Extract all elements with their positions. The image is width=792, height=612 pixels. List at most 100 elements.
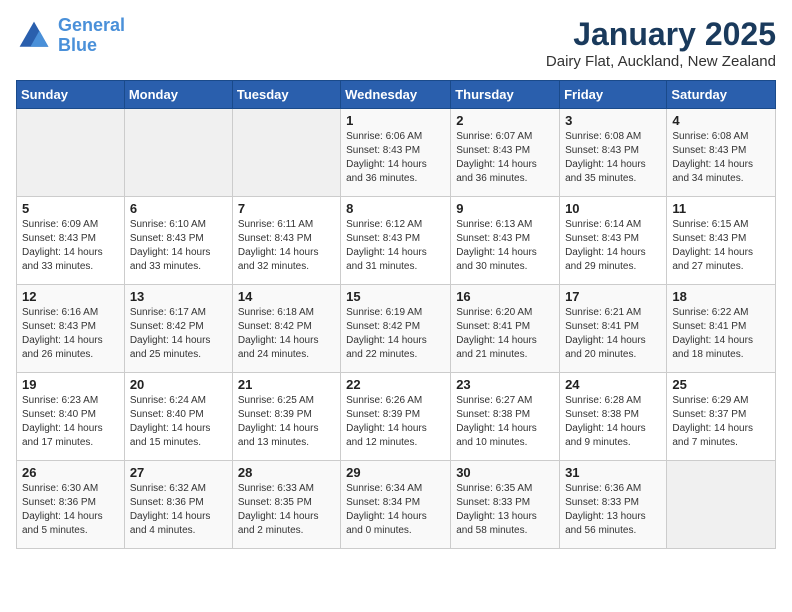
table-cell: 21 Sunrise: 6:25 AM Sunset: 8:39 PM Dayli… bbox=[232, 373, 340, 461]
table-cell: 9 Sunrise: 6:13 AM Sunset: 8:43 PM Daylig… bbox=[451, 197, 560, 285]
day-info: Sunrise: 6:26 AM Sunset: 8:39 PM Dayligh… bbox=[346, 394, 445, 450]
day-info: Sunrise: 6:36 AM Sunset: 8:33 PM Dayligh… bbox=[565, 482, 661, 538]
week-row-5: 26Sunrise: 6:30 AM Sunset: 8:36 PM Dayli… bbox=[17, 461, 776, 549]
week-row-1: 1Sunrise: 6:06 AM Sunset: 8:43 PM Daylig… bbox=[17, 109, 776, 197]
calendar-table: Sunday Monday Tuesday Wednesday Thursday… bbox=[16, 80, 776, 549]
col-monday: Monday bbox=[124, 81, 232, 109]
table-cell: 8Sunrise: 6:12 AM Sunset: 8:43 PM Daylig… bbox=[341, 197, 451, 285]
logo: General Blue bbox=[16, 16, 125, 56]
day-number: 24 bbox=[565, 377, 661, 392]
day-number: 6 bbox=[130, 201, 227, 216]
day-number: 21 bbox=[238, 377, 335, 392]
table-cell: 18 Sunrise: 6:22 AM Sunset: 8:41 PM Dayli… bbox=[667, 285, 776, 373]
col-friday: Friday bbox=[560, 81, 667, 109]
logo-text: General Blue bbox=[58, 16, 125, 56]
day-info: Sunrise: 6:22 AM Sunset: 8:41 PM Dayligh… bbox=[672, 306, 770, 362]
day-info: Sunrise: 6:21 AM Sunset: 8:41 PM Dayligh… bbox=[565, 306, 661, 362]
day-info: Sunrise: 6:20 AM Sunset: 8:41 PM Dayligh… bbox=[456, 306, 554, 362]
col-tuesday: Tuesday bbox=[232, 81, 340, 109]
table-cell bbox=[124, 109, 232, 197]
table-cell: 15 Sunrise: 6:19 AM Sunset: 8:42 PM Dayli… bbox=[341, 285, 451, 373]
day-info: Sunrise: 6:14 AM Sunset: 8:43 PM Dayligh… bbox=[565, 218, 661, 274]
table-cell: 14 Sunrise: 6:18 AM Sunset: 8:42 PM Dayli… bbox=[232, 285, 340, 373]
day-info: Sunrise: 6:28 AM Sunset: 8:38 PM Dayligh… bbox=[565, 394, 661, 450]
table-cell: 19 Sunrise: 6:23 AM Sunset: 8:40 PM Dayli… bbox=[17, 373, 125, 461]
table-cell: 26Sunrise: 6:30 AM Sunset: 8:36 PM Dayli… bbox=[17, 461, 125, 549]
day-number: 15 bbox=[346, 289, 445, 304]
day-info: Sunrise: 6:11 AM Sunset: 8:43 PM Dayligh… bbox=[238, 218, 335, 274]
week-row-4: 19 Sunrise: 6:23 AM Sunset: 8:40 PM Dayli… bbox=[17, 373, 776, 461]
day-number: 11 bbox=[672, 201, 770, 216]
day-number: 16 bbox=[456, 289, 554, 304]
day-number: 31 bbox=[565, 465, 661, 480]
day-number: 5 bbox=[22, 201, 119, 216]
day-number: 7 bbox=[238, 201, 335, 216]
table-cell: 17Sunrise: 6:21 AM Sunset: 8:41 PM Dayli… bbox=[560, 285, 667, 373]
table-cell bbox=[232, 109, 340, 197]
day-info: Sunrise: 6:17 AM Sunset: 8:42 PM Dayligh… bbox=[130, 306, 227, 362]
day-info: Sunrise: 6:13 AM Sunset: 8:43 PM Dayligh… bbox=[456, 218, 554, 274]
col-wednesday: Wednesday bbox=[341, 81, 451, 109]
day-info: Sunrise: 6:19 AM Sunset: 8:42 PM Dayligh… bbox=[346, 306, 445, 362]
day-info: Sunrise: 6:24 AM Sunset: 8:40 PM Dayligh… bbox=[130, 394, 227, 450]
calendar-subtitle: Dairy Flat, Auckland, New Zealand bbox=[546, 53, 776, 70]
table-cell: 27Sunrise: 6:32 AM Sunset: 8:36 PM Dayli… bbox=[124, 461, 232, 549]
title-area: January 2025 Dairy Flat, Auckland, New Z… bbox=[546, 16, 776, 70]
day-info: Sunrise: 6:10 AM Sunset: 8:43 PM Dayligh… bbox=[130, 218, 227, 274]
day-number: 18 bbox=[672, 289, 770, 304]
day-info: Sunrise: 6:35 AM Sunset: 8:33 PM Dayligh… bbox=[456, 482, 554, 538]
table-cell: 4 Sunrise: 6:08 AM Sunset: 8:43 PM Daylig… bbox=[667, 109, 776, 197]
logo-icon bbox=[16, 18, 52, 54]
table-cell: 16 Sunrise: 6:20 AM Sunset: 8:41 PM Dayli… bbox=[451, 285, 560, 373]
day-info: Sunrise: 6:08 AM Sunset: 8:43 PM Dayligh… bbox=[565, 130, 661, 186]
day-number: 12 bbox=[22, 289, 119, 304]
day-info: Sunrise: 6:16 AM Sunset: 8:43 PM Dayligh… bbox=[22, 306, 119, 362]
table-cell: 6 Sunrise: 6:10 AM Sunset: 8:43 PM Daylig… bbox=[124, 197, 232, 285]
day-info: Sunrise: 6:23 AM Sunset: 8:40 PM Dayligh… bbox=[22, 394, 119, 450]
day-number: 2 bbox=[456, 113, 554, 128]
table-cell: 24 Sunrise: 6:28 AM Sunset: 8:38 PM Dayli… bbox=[560, 373, 667, 461]
table-cell: 28 Sunrise: 6:33 AM Sunset: 8:35 PM Dayli… bbox=[232, 461, 340, 549]
col-thursday: Thursday bbox=[451, 81, 560, 109]
calendar-title: January 2025 bbox=[546, 16, 776, 53]
table-cell bbox=[17, 109, 125, 197]
day-number: 10 bbox=[565, 201, 661, 216]
table-cell: 2 Sunrise: 6:07 AM Sunset: 8:43 PM Daylig… bbox=[451, 109, 560, 197]
day-number: 14 bbox=[238, 289, 335, 304]
day-number: 27 bbox=[130, 465, 227, 480]
col-sunday: Sunday bbox=[17, 81, 125, 109]
table-cell: 3 Sunrise: 6:08 AM Sunset: 8:43 PM Daylig… bbox=[560, 109, 667, 197]
table-cell: 11 Sunrise: 6:15 AM Sunset: 8:43 PM Dayli… bbox=[667, 197, 776, 285]
day-number: 3 bbox=[565, 113, 661, 128]
table-cell: 7 Sunrise: 6:11 AM Sunset: 8:43 PM Daylig… bbox=[232, 197, 340, 285]
day-info: Sunrise: 6:18 AM Sunset: 8:42 PM Dayligh… bbox=[238, 306, 335, 362]
day-info: Sunrise: 6:15 AM Sunset: 8:43 PM Dayligh… bbox=[672, 218, 770, 274]
day-info: Sunrise: 6:33 AM Sunset: 8:35 PM Dayligh… bbox=[238, 482, 335, 538]
day-info: Sunrise: 6:25 AM Sunset: 8:39 PM Dayligh… bbox=[238, 394, 335, 450]
table-cell: 20 Sunrise: 6:24 AM Sunset: 8:40 PM Dayli… bbox=[124, 373, 232, 461]
table-cell: 30Sunrise: 6:35 AM Sunset: 8:33 PM Dayli… bbox=[451, 461, 560, 549]
day-info: Sunrise: 6:09 AM Sunset: 8:43 PM Dayligh… bbox=[22, 218, 119, 274]
table-cell: 23Sunrise: 6:27 AM Sunset: 8:38 PM Dayli… bbox=[451, 373, 560, 461]
week-row-3: 12 Sunrise: 6:16 AM Sunset: 8:43 PM Dayli… bbox=[17, 285, 776, 373]
week-row-2: 5 Sunrise: 6:09 AM Sunset: 8:43 PM Daylig… bbox=[17, 197, 776, 285]
day-number: 28 bbox=[238, 465, 335, 480]
table-cell: 5 Sunrise: 6:09 AM Sunset: 8:43 PM Daylig… bbox=[17, 197, 125, 285]
day-number: 4 bbox=[672, 113, 770, 128]
table-cell: 12 Sunrise: 6:16 AM Sunset: 8:43 PM Dayli… bbox=[17, 285, 125, 373]
day-info: Sunrise: 6:07 AM Sunset: 8:43 PM Dayligh… bbox=[456, 130, 554, 186]
day-info: Sunrise: 6:08 AM Sunset: 8:43 PM Dayligh… bbox=[672, 130, 770, 186]
day-number: 25 bbox=[672, 377, 770, 392]
day-number: 22 bbox=[346, 377, 445, 392]
day-number: 20 bbox=[130, 377, 227, 392]
table-cell: 31 Sunrise: 6:36 AM Sunset: 8:33 PM Dayli… bbox=[560, 461, 667, 549]
day-number: 19 bbox=[22, 377, 119, 392]
day-info: Sunrise: 6:06 AM Sunset: 8:43 PM Dayligh… bbox=[346, 130, 445, 186]
day-number: 26 bbox=[22, 465, 119, 480]
day-info: Sunrise: 6:34 AM Sunset: 8:34 PM Dayligh… bbox=[346, 482, 445, 538]
table-cell: 13 Sunrise: 6:17 AM Sunset: 8:42 PM Dayli… bbox=[124, 285, 232, 373]
day-number: 9 bbox=[456, 201, 554, 216]
day-number: 13 bbox=[130, 289, 227, 304]
day-info: Sunrise: 6:12 AM Sunset: 8:43 PM Dayligh… bbox=[346, 218, 445, 274]
table-cell bbox=[667, 461, 776, 549]
